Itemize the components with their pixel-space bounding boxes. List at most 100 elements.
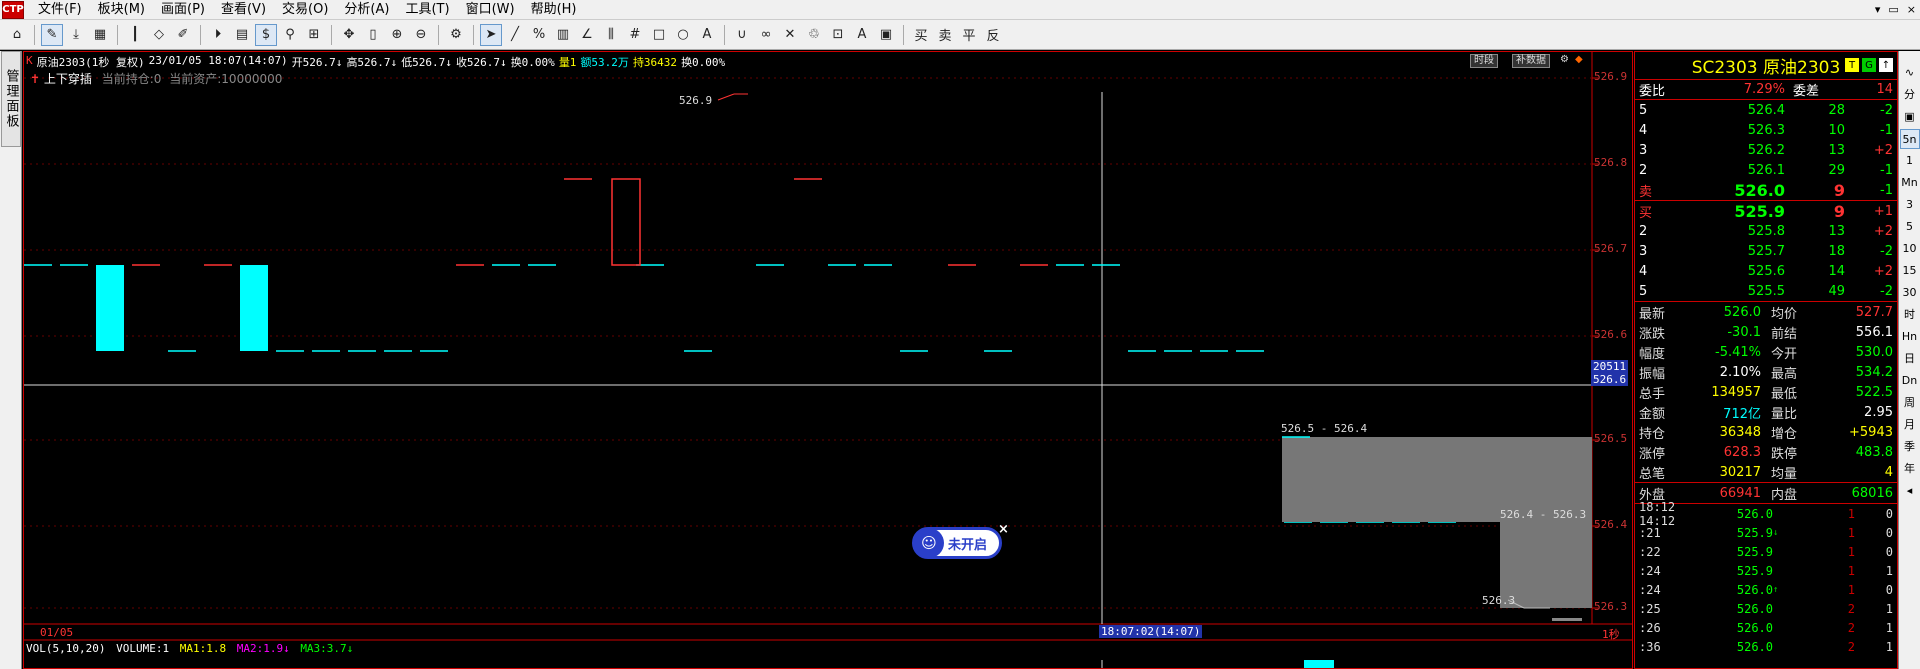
period-button-0[interactable]: ∿ xyxy=(1900,63,1920,83)
period-button-3[interactable]: 5n xyxy=(1899,129,1920,149)
up-badge-icon[interactable]: ↑ xyxy=(1879,58,1893,72)
close-button[interactable]: × xyxy=(1907,0,1916,20)
period-button-4[interactable]: 1 xyxy=(1900,151,1920,171)
minimize-button[interactable]: ▾ xyxy=(1875,0,1881,20)
cursor-icon[interactable]: ➤ xyxy=(480,23,502,46)
delete-icon[interactable]: ✕ xyxy=(779,24,801,46)
menu-item-5[interactable]: 分析(A) xyxy=(336,0,397,20)
inner-value: 68016 xyxy=(1851,485,1893,501)
period-button[interactable]: 时段 xyxy=(1470,54,1498,68)
edit-icon[interactable]: ✐ xyxy=(172,24,194,46)
g-badge-icon[interactable]: G xyxy=(1862,58,1876,72)
zoom-in-icon[interactable]: ⊕ xyxy=(386,24,408,46)
not-open-close-icon[interactable]: × xyxy=(998,522,1009,537)
period-button-6[interactable]: 3 xyxy=(1900,195,1920,215)
menu-item-1[interactable]: 板块(M) xyxy=(90,0,153,20)
reverse-icon[interactable]: 反 xyxy=(982,24,1004,46)
bids-row[interactable]: 2 525.8 13 +2 xyxy=(1635,221,1897,241)
menu-item-4[interactable]: 交易(O) xyxy=(274,0,336,20)
flat-icon[interactable]: 平 xyxy=(958,24,980,46)
asks-row[interactable]: 3 526.2 13 +2 xyxy=(1635,140,1897,160)
asks-row[interactable]: 2 526.1 29 -1 xyxy=(1635,160,1897,180)
grid-icon[interactable]: ▦ xyxy=(89,24,111,46)
angle-icon[interactable]: ∠ xyxy=(576,24,598,46)
zoom-out-icon[interactable]: ⊖ xyxy=(410,24,432,46)
alert-icon[interactable]: ◆ xyxy=(1572,54,1586,68)
patch-data-button[interactable]: 补数据 xyxy=(1512,54,1550,68)
period-button-5[interactable]: Mn xyxy=(1900,173,1920,193)
move-icon[interactable]: ✥ xyxy=(338,24,360,46)
bids-row[interactable]: 4 525.6 14 +2 xyxy=(1635,261,1897,281)
period-button-10[interactable]: 30 xyxy=(1900,283,1920,303)
bids-row[interactable]: 3 525.7 18 -2 xyxy=(1635,241,1897,261)
candlestick-icon[interactable]: ┃ xyxy=(124,24,146,46)
menu-item-6[interactable]: 工具(T) xyxy=(397,0,457,20)
period-button-7[interactable]: 5 xyxy=(1900,217,1920,237)
period-button-11[interactable]: 时 xyxy=(1900,305,1920,325)
filter-icon[interactable]: ⚲ xyxy=(279,24,301,46)
asks-row[interactable]: 4 526.3 10 -1 xyxy=(1635,120,1897,140)
document-icon[interactable]: ▤ xyxy=(231,24,253,46)
calculator-icon[interactable]: ⊞ xyxy=(303,24,325,46)
tick-price: 525.9 xyxy=(1736,525,1773,540)
period-button-9[interactable]: 15 xyxy=(1900,261,1920,281)
menu-item-7[interactable]: 窗口(W) xyxy=(458,0,523,20)
sell-icon[interactable]: 卖 xyxy=(934,24,956,46)
home-icon[interactable]: ⌂ xyxy=(6,24,28,46)
parallel-icon[interactable]: ⫼ xyxy=(600,24,622,46)
diamond-icon[interactable]: ◇ xyxy=(148,24,170,46)
line-tool-icon[interactable]: ╱ xyxy=(504,24,526,46)
period-button-2[interactable]: ▣ xyxy=(1900,107,1920,127)
bids-row[interactable]: 5 525.5 49 -2 xyxy=(1635,281,1897,301)
period-button-13[interactable]: 日 xyxy=(1900,349,1920,369)
column-icon[interactable]: ▯ xyxy=(362,24,384,46)
buy-icon[interactable]: 买 xyxy=(910,24,932,46)
ruler-icon[interactable]: ▥ xyxy=(552,24,574,46)
period-button-8[interactable]: 10 xyxy=(1900,239,1920,259)
menu-item-3[interactable]: 查看(V) xyxy=(213,0,274,20)
asks-row[interactable]: 卖 526.0 9 -1 xyxy=(1635,180,1897,200)
stat-v2: 527.7 xyxy=(1855,304,1893,320)
management-panel-tab[interactable]: 管理面板 xyxy=(1,51,21,147)
play-icon[interactable]: ⏵ xyxy=(207,24,229,46)
menu-item-2[interactable]: 画面(P) xyxy=(153,0,213,20)
menu-item-8[interactable]: 帮助(H) xyxy=(523,0,585,20)
main-chart[interactable]: K 原油2303(1秒 复权) 23/01/05 18:07(14:07) 开5… xyxy=(23,51,1633,669)
settings-icon[interactable]: ⚙ xyxy=(445,24,467,46)
circle-icon[interactable]: ○ xyxy=(672,24,694,46)
restore-button[interactable]: ▭ xyxy=(1888,0,1898,20)
settings-gear-icon[interactable]: ⚙ xyxy=(1557,54,1572,68)
chart-canvas[interactable] xyxy=(24,52,1632,668)
period-button-15[interactable]: 周 xyxy=(1900,393,1920,413)
lock-icon[interactable]: ⊡ xyxy=(827,24,849,46)
asks-row[interactable]: 5 526.4 28 -2 xyxy=(1635,100,1897,120)
percent-icon[interactable]: % xyxy=(528,24,550,46)
rectangle-icon[interactable]: □ xyxy=(648,24,670,46)
period-button-17[interactable]: 季 xyxy=(1900,437,1920,457)
link-icon[interactable]: ∞ xyxy=(755,24,777,46)
draw-pen-icon[interactable]: ✎ xyxy=(41,23,63,46)
period-button-14[interactable]: Dn xyxy=(1900,371,1920,391)
tick-row: :24 525.9 1 1 xyxy=(1635,561,1897,580)
download-icon[interactable]: ⤓ xyxy=(65,24,87,46)
period-button-12[interactable]: Hn xyxy=(1900,327,1920,347)
save-icon[interactable]: ▣ xyxy=(875,24,897,46)
magnet-icon[interactable]: ∪ xyxy=(731,24,753,46)
text-tool-icon[interactable]: A xyxy=(696,24,718,46)
asks-price: 526.0 xyxy=(1734,180,1785,200)
vol-ma3: MA3:3.7↓ xyxy=(300,642,354,655)
bids-price: 525.9 xyxy=(1734,201,1785,221)
not-open-badge[interactable]: ☺ 未开启 xyxy=(912,527,1002,559)
period-button-18[interactable]: 年 xyxy=(1900,459,1920,479)
period-button-1[interactable]: 分 xyxy=(1900,85,1920,105)
dollar-icon[interactable]: $ xyxy=(255,23,277,46)
trash-icon[interactable]: ♲ xyxy=(803,24,825,46)
tick-list[interactable]: 18:12 14:12 526.0 1 0:21 525.9 ↓ 1 0:22 525.9 1 0:… xyxy=(1635,500,1897,656)
menu-item-0[interactable]: 文件(F) xyxy=(30,0,90,20)
period-button-16[interactable]: 月 xyxy=(1900,415,1920,435)
t-badge-icon[interactable]: T xyxy=(1845,58,1859,72)
bids-row[interactable]: 买 525.9 9 +1 xyxy=(1635,201,1897,221)
hash-icon[interactable]: # xyxy=(624,24,646,46)
font-color-icon[interactable]: A xyxy=(851,24,873,46)
period-button-19[interactable]: ◂ xyxy=(1900,481,1920,501)
